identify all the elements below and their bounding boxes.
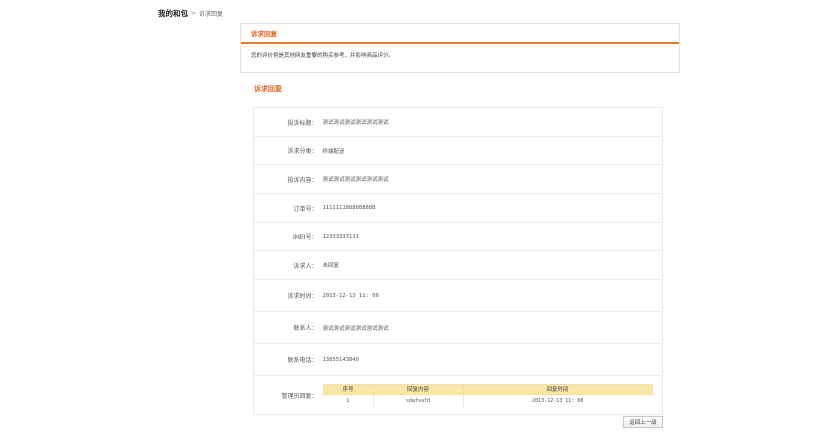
detail-row: IMEI号： 12333333111 [253,222,663,251]
detail-label: 联系人： [253,311,321,344]
reply-content: sdafsafd [372,394,463,408]
detail-row: 投诉标题： 测试测试测试测试测试测试 [253,107,663,137]
detail-row: 联系人： 测试测试测试测试测试测试 [253,311,663,344]
detail-row: 诉求人： 未回复 [253,250,663,280]
breadcrumb: 我的和包 > 诉求回复 [158,8,223,18]
breadcrumb-root[interactable]: 我的和包 [158,8,188,19]
detail-row: 诉求分类： 终端配送 [253,136,663,165]
detail-row: 投诉内容： 测试测试测试测试测试测试 [253,164,663,194]
reply-row: 1 sdafsafd 2013-12-13 11: 00 [323,394,652,408]
detail-label: 诉求分类： [253,136,321,165]
detail-row: 诉求时间： 2013-12-13 11: 00 [253,279,663,312]
appeal-detail-table: 投诉标题： 测试测试测试测试测试测试 诉求分类： 终端配送 投诉内容： 测试测试… [253,107,663,415]
admin-reply-label: 管理员回复： [281,392,318,400]
reply-header-row: 序号 回复内容 回复时间 [322,383,653,395]
detail-value: 测试测试测试测试测试测试 [320,164,663,194]
breadcrumb-current: 诉求回复 [199,10,224,18]
detail-label: 联系电话： [253,343,321,376]
back-button[interactable]: 返回上一级 [623,416,663,428]
detail-value: 终端配送 [320,136,663,165]
reply-header-no: 序号 [322,383,374,395]
reply-no: 1 [346,398,350,404]
detail-label: IMEI号： [253,222,321,251]
detail-value: 13855143840 [320,343,663,376]
detail-value: 未回复 [320,250,663,280]
admin-reply-row: 管理员回复： 序号 回复内容 回复时间 1 sdafsafd 2013-12-1… [254,376,663,415]
detail-label: 投诉内容： [253,164,321,194]
detail-label: 订单号： [253,193,321,223]
detail-row: 联系电话： 13855143840 [253,343,663,376]
detail-value: 1111111888888888 [320,193,663,223]
notice-panel: 诉求回复 您的评价将是其他网友重要的购买参考，并影响商品评分。 [240,23,680,73]
detail-row: 订单号： 1111111888888888 [253,193,663,223]
section-title: 诉求回复 [254,85,282,93]
detail-value: 2013-12-13 11: 00 [320,279,663,312]
reply-header-content: 回复内容 [372,383,464,395]
detail-value: 测试测试测试测试测试测试 [320,107,663,137]
detail-label: 诉求时间： [253,279,321,312]
notice-text: 您的评价将是其他网友重要的购买参考，并影响商品评分。 [251,53,395,59]
detail-value: 测试测试测试测试测试测试 [320,311,663,344]
reply-header-time: 回复时间 [462,383,653,395]
notice-header: 诉求回复 [241,24,679,44]
breadcrumb-separator: > [191,9,197,17]
notice-title: 诉求回复 [251,30,277,38]
detail-value: 12333333111 [320,222,663,251]
admin-reply-cell: 序号 回复内容 回复时间 1 sdafsafd 2013-12-13 11: 0… [321,376,663,415]
reply-time: 2013-12-13 11: 00 [462,394,652,408]
admin-reply-table: 序号 回复内容 回复时间 1 sdafsafd 2013-12-13 11: 0… [322,383,653,408]
detail-label: 投诉标题： [253,107,321,137]
detail-label: 诉求人： [253,250,321,280]
